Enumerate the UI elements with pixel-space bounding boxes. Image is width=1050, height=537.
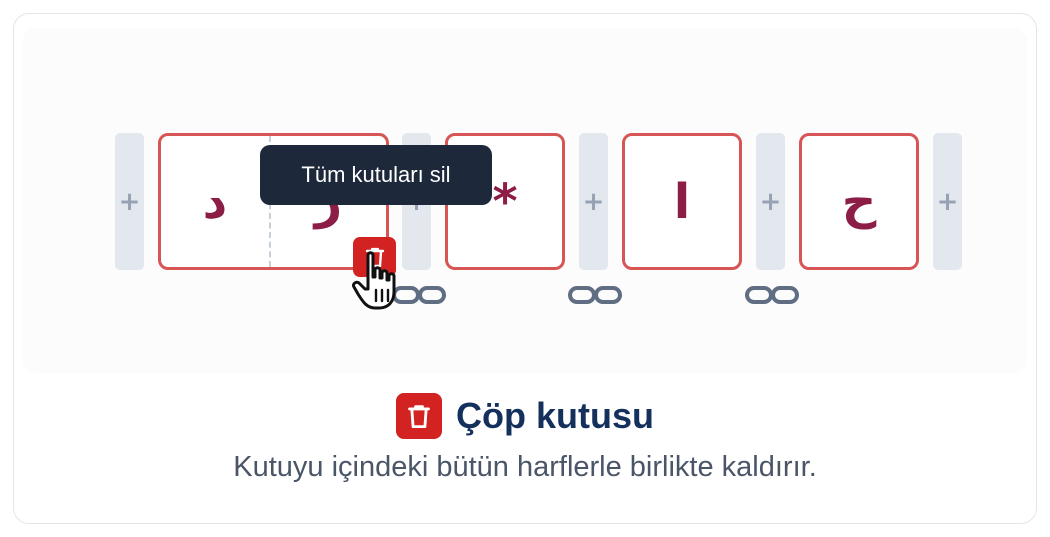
plus-icon: + (582, 186, 605, 217)
link-icon[interactable] (744, 284, 800, 306)
letter-box-4[interactable]: ح (799, 133, 919, 270)
plus-icon: + (936, 186, 959, 217)
hand-pointer-icon (352, 251, 396, 310)
insert-slot-5[interactable]: + (933, 133, 962, 270)
trash-badge (396, 393, 442, 439)
feature-description: Kutuyu içindeki bütün harflerle birlikte… (233, 451, 817, 483)
insert-slot-4[interactable]: + (756, 133, 785, 270)
feature-title-row: Çöp kutusu (0, 393, 1050, 439)
letter: ا (673, 173, 691, 230)
feature-title: Çöp kutusu (456, 395, 654, 436)
insert-slot-3[interactable]: + (579, 133, 608, 270)
letter: د (202, 173, 228, 230)
trash-icon (408, 405, 430, 429)
letter: ح (841, 173, 877, 230)
tooltip: Tüm kutuları sil (260, 145, 492, 205)
tooltip-text: Tüm kutuları sil (301, 162, 451, 187)
plus-icon: + (118, 186, 141, 217)
plus-icon: + (759, 186, 782, 217)
letter-box-3[interactable]: ا (622, 133, 742, 270)
link-icon[interactable] (567, 284, 623, 306)
insert-slot-1[interactable]: + (115, 133, 144, 270)
